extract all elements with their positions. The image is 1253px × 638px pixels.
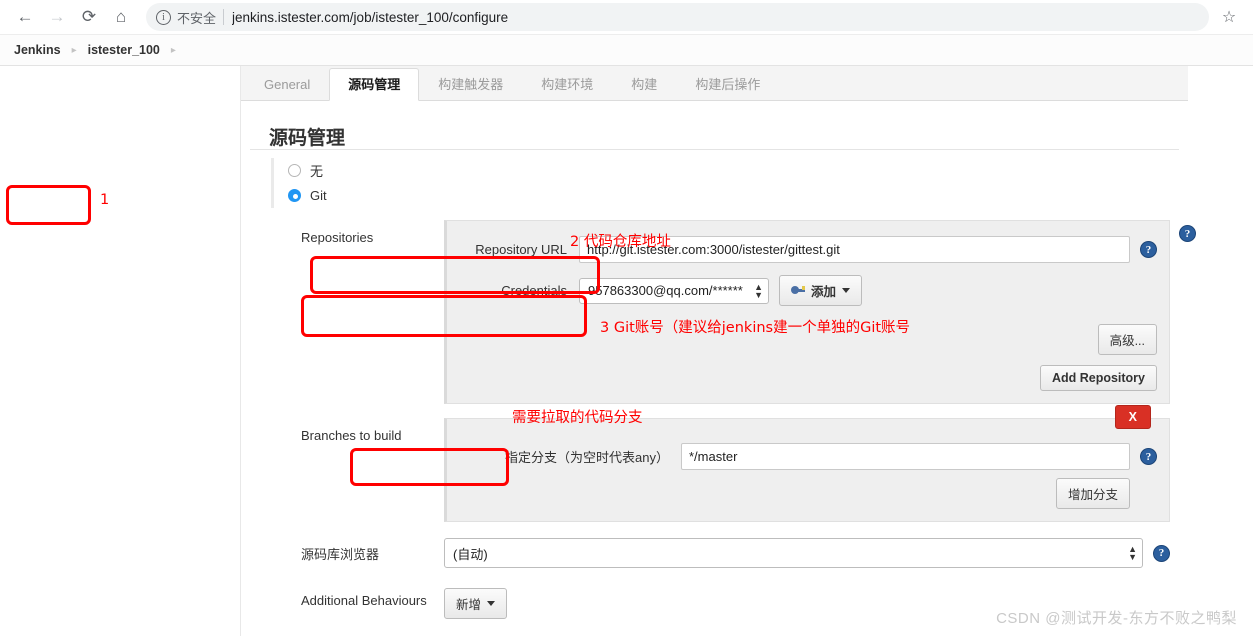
- repositories-label: Repositories: [259, 220, 444, 404]
- radio-option-git[interactable]: Git: [288, 183, 1170, 208]
- repositories-body: Repository URL http://git.istester.com:3…: [444, 220, 1170, 404]
- reload-icon[interactable]: ⟳: [74, 2, 104, 32]
- select-spinner-icon: ▲▼: [754, 283, 763, 299]
- insecure-label: 不安全: [177, 8, 216, 27]
- tab-post-build[interactable]: 构建后操作: [676, 68, 779, 100]
- credentials-value: 957863300@qq.com/******: [588, 283, 743, 298]
- annotation-3: 3 Git账号（建议给jenkins建一个单独的Git账号: [600, 316, 910, 337]
- repository-browser-select[interactable]: (自动) ▲▼: [444, 538, 1143, 568]
- add-credentials-label: 添加: [811, 281, 836, 300]
- branches-row: Branches to build 指定分支（为空时代表any） */maste…: [259, 418, 1170, 522]
- tab-build[interactable]: 构建: [612, 68, 676, 100]
- help-icon-repositories[interactable]: ?: [1179, 225, 1196, 242]
- browser-toolbar: ← → ⟳ ⌂ i 不安全 jenkins.istester.com/job/i…: [0, 0, 1253, 34]
- add-repository-button[interactable]: Add Repository: [1040, 365, 1157, 391]
- repository-browser-row: 源码库浏览器 (自动) ▲▼ ?: [259, 538, 1170, 568]
- add-credentials-button[interactable]: 添加: [779, 275, 862, 306]
- add-behaviour-button[interactable]: 新增: [444, 588, 507, 619]
- chevron-down-icon-2: [487, 601, 495, 606]
- branches-label: Branches to build: [259, 418, 444, 522]
- annotation-1: 1: [100, 192, 109, 208]
- config-tabbar: General 源码管理 构建触发器 构建环境 构建 构建后操作: [241, 66, 1188, 101]
- credentials-select[interactable]: 957863300@qq.com/****** ▲▼: [579, 278, 769, 304]
- repository-browser-value: (自动): [453, 544, 488, 563]
- annotation-2: 2 代码仓库地址: [570, 230, 671, 251]
- tab-build-env[interactable]: 构建环境: [522, 68, 612, 100]
- chevron-right-icon: ▸: [72, 45, 77, 56]
- annotation-4: 需要拉取的代码分支: [512, 406, 643, 427]
- key-icon: [791, 285, 805, 296]
- url-text: jenkins.istester.com/job/istester_100/co…: [232, 10, 508, 25]
- repository-browser-controls: (自动) ▲▼ ?: [444, 538, 1170, 568]
- repository-url-row: Repository URL http://git.istester.com:3…: [459, 236, 1157, 263]
- help-icon-branch-specifier[interactable]: ?: [1140, 448, 1157, 465]
- site-info-icon[interactable]: i: [156, 10, 171, 25]
- radio-none-label: 无: [310, 161, 323, 180]
- radio-none-icon[interactable]: [288, 164, 301, 177]
- tab-scm[interactable]: 源码管理: [329, 68, 419, 101]
- repository-url-label: Repository URL: [459, 242, 579, 257]
- add-branch-row: 增加分支: [459, 478, 1157, 509]
- advanced-button[interactable]: 高级...: [1098, 324, 1157, 355]
- breadcrumb-item-job[interactable]: istester_100: [88, 43, 160, 57]
- repository-browser-label: 源码库浏览器: [259, 538, 444, 568]
- tab-build-triggers[interactable]: 构建触发器: [419, 68, 522, 100]
- add-branch-button[interactable]: 增加分支: [1056, 478, 1130, 509]
- help-icon-repository-url[interactable]: ?: [1140, 241, 1157, 258]
- back-arrow-icon[interactable]: ←: [10, 2, 40, 32]
- bookmark-star-icon[interactable]: ☆: [1215, 3, 1243, 31]
- left-gutter: [0, 66, 241, 636]
- address-bar[interactable]: i 不安全 jenkins.istester.com/job/istester_…: [146, 3, 1209, 31]
- radio-git-label: Git: [310, 188, 327, 203]
- forward-arrow-icon: →: [42, 2, 72, 32]
- watermark: CSDN @测试开发-东方不败之鸭梨: [996, 607, 1237, 628]
- credentials-label: Credentials: [459, 283, 579, 298]
- chevron-down-icon: [842, 288, 850, 293]
- scm-panel: 源码管理 无 Git Repositories Repository URL: [241, 101, 1188, 619]
- select-spinner-icon-2: ▲▼: [1128, 545, 1137, 561]
- additional-behaviours-label: Additional Behaviours: [259, 588, 444, 619]
- add-behaviour-label: 新增: [456, 594, 481, 613]
- breadcrumb: Jenkins ▸ istester_100 ▸: [0, 34, 1253, 66]
- branch-specifier-input[interactable]: */master: [681, 443, 1130, 470]
- branches-body: 指定分支（为空时代表any） */master ? 增加分支 X: [444, 418, 1170, 522]
- delete-branch-button[interactable]: X: [1115, 405, 1151, 429]
- branch-specifier-row: 指定分支（为空时代表any） */master ?: [459, 443, 1157, 470]
- tab-general[interactable]: General: [245, 68, 329, 100]
- radio-option-none[interactable]: 无: [288, 158, 1170, 183]
- help-icon-repository-browser[interactable]: ?: [1153, 545, 1170, 562]
- configure-content: General 源码管理 构建触发器 构建环境 构建 构建后操作 源码管理 无 …: [241, 66, 1253, 636]
- home-icon[interactable]: ⌂: [106, 2, 136, 32]
- add-repository-row: Add Repository: [459, 365, 1157, 391]
- breadcrumb-item-jenkins[interactable]: Jenkins: [14, 43, 61, 57]
- branch-specifier-label: 指定分支（为空时代表any）: [459, 447, 681, 466]
- omnibox-divider: [223, 9, 224, 25]
- page-body: General 源码管理 构建触发器 构建环境 构建 构建后操作 源码管理 无 …: [0, 66, 1253, 636]
- chevron-right-icon-2: ▸: [171, 45, 176, 56]
- scm-radio-group: 无 Git: [271, 158, 1170, 208]
- credentials-row: Credentials 957863300@qq.com/****** ▲▼ 添…: [459, 275, 1157, 306]
- radio-git-icon[interactable]: [288, 189, 301, 202]
- title-divider: [250, 149, 1179, 150]
- repositories-row: Repositories Repository URL http://git.i…: [259, 220, 1170, 404]
